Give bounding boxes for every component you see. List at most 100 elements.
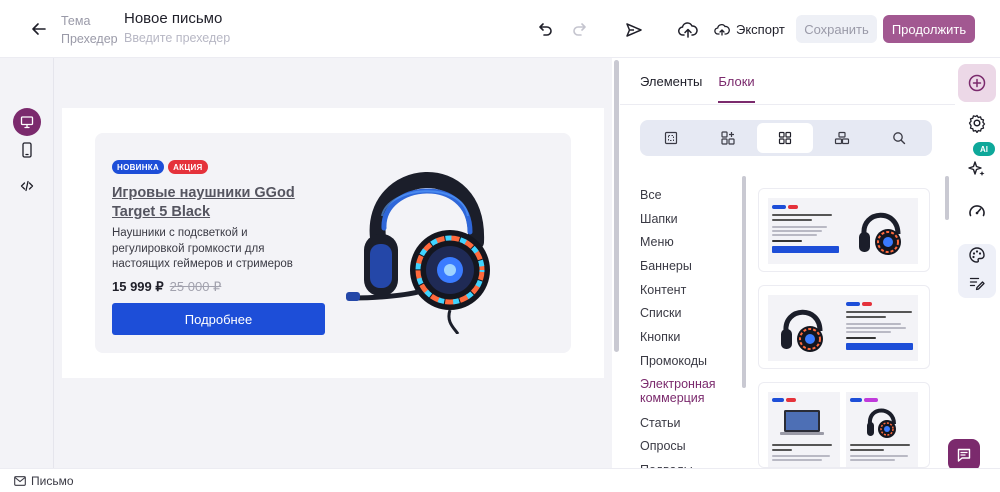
export-button[interactable]: Экспорт bbox=[706, 15, 793, 43]
tools-rail: AI bbox=[955, 58, 1000, 468]
chat-button[interactable] bbox=[948, 439, 980, 471]
thumb-line bbox=[772, 219, 812, 221]
block-thumbnail[interactable] bbox=[758, 285, 930, 369]
performance-button[interactable] bbox=[958, 192, 996, 230]
details-button[interactable]: Подробнее bbox=[112, 303, 325, 335]
undo-button[interactable] bbox=[533, 18, 557, 42]
category-item[interactable]: Списки bbox=[640, 304, 740, 328]
gear-icon bbox=[968, 114, 986, 133]
search-blocks-button[interactable] bbox=[871, 123, 927, 153]
category-item[interactable]: Промокоды bbox=[640, 352, 740, 376]
blocks-panel: Элементы Блоки Все Шапки Меню Баннеры Ко… bbox=[620, 58, 955, 477]
category-item[interactable]: Шапки bbox=[640, 210, 740, 234]
code-view-button[interactable] bbox=[13, 172, 41, 200]
thumb-line bbox=[772, 444, 832, 446]
settings-button[interactable] bbox=[958, 104, 996, 142]
category-item[interactable]: Опросы bbox=[640, 437, 740, 461]
panel-tabs: Элементы Блоки bbox=[640, 74, 755, 103]
preheader-input[interactable] bbox=[124, 31, 324, 45]
grid-view-button[interactable] bbox=[757, 123, 813, 153]
envelope-icon bbox=[14, 476, 26, 486]
tab-elements[interactable]: Элементы bbox=[640, 74, 702, 103]
grid-plus-icon bbox=[721, 131, 735, 145]
grid-icon bbox=[778, 131, 792, 145]
send-test-button[interactable] bbox=[622, 18, 646, 42]
style-tools-group bbox=[958, 244, 996, 298]
back-button[interactable] bbox=[26, 16, 52, 42]
thumb-card bbox=[768, 392, 840, 467]
ai-assistant-button[interactable] bbox=[958, 150, 996, 188]
gauge-icon bbox=[969, 205, 985, 217]
thumb-badge bbox=[846, 302, 860, 306]
new-badge: НОВИНКА bbox=[112, 160, 165, 174]
subject-field[interactable]: Новое письмо bbox=[124, 9, 324, 29]
search-icon bbox=[893, 132, 906, 145]
meta-labels: Тема Прехедер bbox=[61, 12, 118, 48]
top-bar: Тема Прехедер Новое письмо Экспорт Сохра… bbox=[0, 0, 1000, 58]
category-item[interactable]: Кнопки bbox=[640, 328, 740, 352]
categories-scrollbar[interactable] bbox=[742, 176, 746, 388]
blocks-scrollbar[interactable] bbox=[945, 176, 949, 220]
product-title[interactable]: Игровые наушники GGod Target 5 Black bbox=[112, 184, 332, 222]
category-list: Все Шапки Меню Баннеры Контент Списки Кн… bbox=[640, 186, 740, 485]
tab-blocks[interactable]: Блоки bbox=[718, 74, 755, 103]
thumb-line bbox=[850, 449, 884, 451]
send-icon bbox=[626, 23, 642, 37]
category-item-ecommerce[interactable]: Электронная коммерция bbox=[640, 376, 740, 414]
price-current: 15 999 ₽ bbox=[112, 279, 164, 294]
edit-text-button[interactable] bbox=[958, 268, 996, 298]
email-tab[interactable]: Письмо bbox=[8, 472, 80, 490]
thumb-line bbox=[772, 234, 817, 236]
redo-button[interactable] bbox=[568, 18, 592, 42]
thumb-line bbox=[850, 455, 908, 457]
bottom-bar: Письмо bbox=[0, 468, 1000, 492]
block-thumbnail[interactable] bbox=[758, 382, 930, 468]
price-old: 25 000 ₽ bbox=[169, 279, 222, 294]
category-item[interactable]: Статьи bbox=[640, 414, 740, 438]
thumb-button bbox=[772, 246, 839, 253]
thumb-card bbox=[846, 392, 918, 467]
add-layout-button[interactable] bbox=[700, 123, 756, 153]
saved-blocks-button[interactable] bbox=[814, 123, 870, 153]
thumb-badge bbox=[864, 398, 878, 402]
category-item[interactable]: Меню bbox=[640, 233, 740, 257]
save-button[interactable]: Сохранить bbox=[796, 15, 877, 43]
thumb-line bbox=[846, 327, 906, 329]
redo-icon bbox=[573, 23, 586, 36]
upload-button[interactable] bbox=[676, 18, 700, 42]
thumbnail-preview bbox=[768, 198, 918, 264]
theme-button[interactable] bbox=[958, 240, 996, 270]
thumb-line bbox=[846, 323, 901, 325]
thumb-line bbox=[772, 449, 792, 451]
desktop-view-button[interactable] bbox=[13, 108, 41, 136]
empty-layout-button[interactable] bbox=[643, 123, 699, 153]
thumb-badge bbox=[786, 398, 796, 402]
category-item[interactable]: Все bbox=[640, 186, 740, 210]
category-item[interactable]: Контент bbox=[640, 281, 740, 305]
headset-thumb-image bbox=[859, 212, 901, 255]
laptop-thumb-image bbox=[780, 410, 824, 435]
thumb-line bbox=[772, 230, 822, 232]
sale-badge: АКЦИЯ bbox=[168, 160, 208, 174]
thumb-line bbox=[846, 316, 886, 318]
pencil-lines-icon bbox=[969, 277, 985, 291]
continue-button[interactable]: Продолжить bbox=[883, 15, 975, 43]
undo-icon bbox=[539, 23, 552, 36]
thumb-line bbox=[850, 444, 910, 446]
thumb-line bbox=[846, 331, 891, 333]
block-thumbnail[interactable] bbox=[758, 188, 930, 272]
thumb-badge bbox=[850, 398, 862, 402]
add-content-button[interactable] bbox=[958, 64, 996, 102]
canvas-scrollbar[interactable] bbox=[614, 60, 619, 352]
headset-thumb-image bbox=[867, 408, 896, 438]
product-description: Наушники с подсветкой и регулировкой гро… bbox=[112, 227, 293, 270]
category-item[interactable]: Баннеры bbox=[640, 257, 740, 281]
thumb-line bbox=[772, 214, 832, 216]
thumb-badge bbox=[772, 398, 784, 402]
thumb-badge bbox=[772, 205, 786, 209]
mobile-view-button[interactable] bbox=[13, 136, 41, 164]
arrow-left-icon bbox=[32, 23, 46, 35]
plus-circle-icon bbox=[968, 74, 986, 92]
thumb-line bbox=[772, 459, 822, 461]
thumb-line bbox=[772, 455, 830, 457]
